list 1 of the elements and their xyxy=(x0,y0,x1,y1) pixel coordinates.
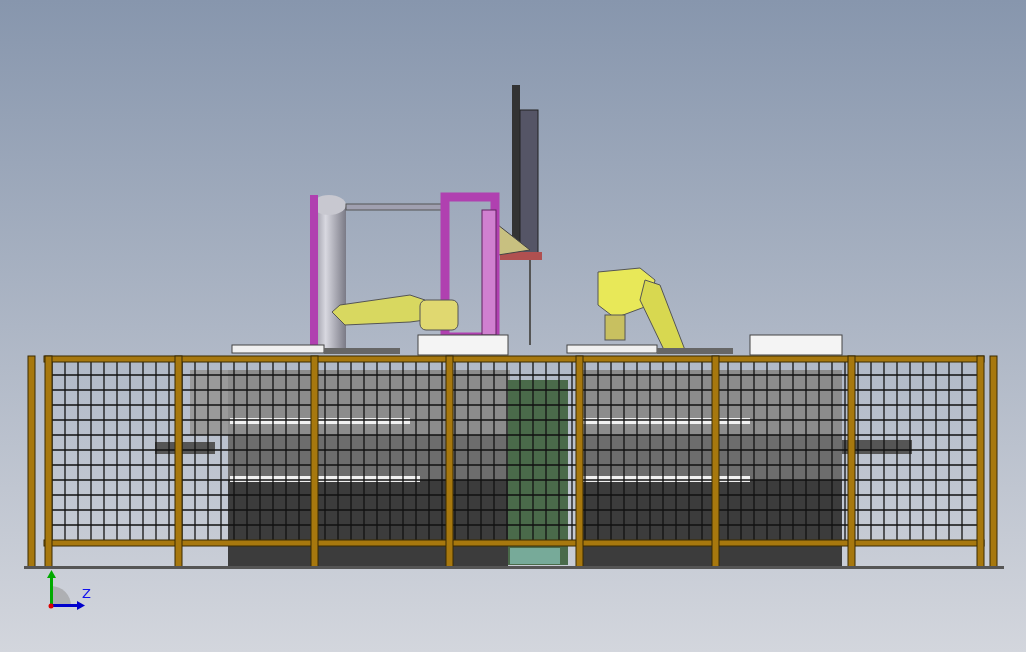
axis-label: Z xyxy=(82,587,91,600)
